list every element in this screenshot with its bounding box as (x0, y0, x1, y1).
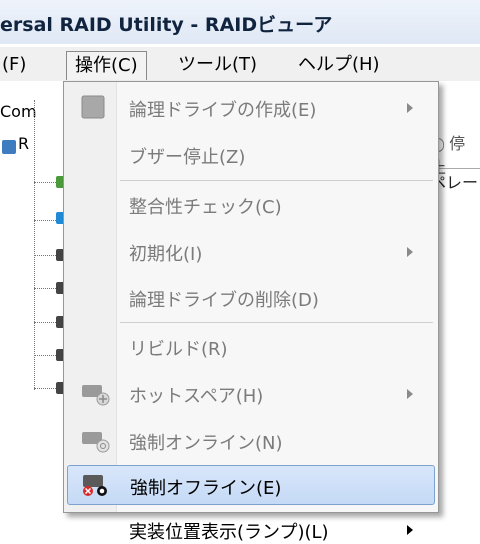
submenu-arrow-icon (407, 103, 413, 113)
menu-item-hot-spare[interactable]: ホットスペア(H) (67, 374, 435, 412)
operation-dropdown-menu: 論理ドライブの作成(E) ブザー停止(Z) 整合性チェック(C) 初期化(I) … (63, 81, 439, 543)
menu-item-rebuild[interactable]: リビルド(R) (67, 327, 435, 365)
menu-operation[interactable]: 操作(C) (66, 51, 147, 80)
menu-tools[interactable]: ツール(T) (178, 51, 257, 79)
submenu-arrow-icon (407, 247, 413, 257)
menu-item-create-logical-drive[interactable]: 論理ドライブの作成(E) (67, 88, 435, 126)
tree-node-label[interactable]: R (18, 134, 29, 153)
menu-separator (120, 180, 433, 181)
tree-branch (34, 255, 56, 257)
tree-branch (34, 322, 56, 324)
window-title-bar: ersal RAID Utility - RAIDビューア (0, 0, 480, 44)
tree-root-label[interactable]: Com (0, 102, 37, 121)
tree-branch (34, 288, 56, 290)
menu-item-force-online[interactable]: 強制オンライン(N) (67, 421, 435, 459)
raid-system-icon (2, 140, 16, 154)
hotspare-drive-icon (82, 385, 110, 406)
submenu-arrow-icon (407, 389, 413, 399)
menu-separator (120, 322, 433, 323)
menu-help[interactable]: ヘルプ(H) (298, 51, 380, 79)
menu-bar: (F) 操作(C) ツール(T) ヘルプ(H) (0, 47, 480, 81)
menu-file[interactable]: (F) (2, 51, 26, 79)
menu-item-consistency-check[interactable]: 整合性チェック(C) (67, 185, 435, 223)
tree-branch (34, 355, 56, 357)
menu-item-force-offline[interactable]: 強制オフライン(E) (67, 465, 435, 505)
submenu-arrow-icon (407, 525, 413, 535)
force-offline-drive-icon (83, 475, 107, 496)
menu-item-show-location-lamp[interactable]: 実装位置表示(ランプ)(L) (67, 512, 435, 543)
window-title: ersal RAID Utility - RAIDビューア (0, 14, 333, 36)
force-online-drive-icon (82, 432, 110, 453)
tree-branch (34, 220, 56, 222)
tree-branch (34, 388, 56, 390)
menu-item-delete-logical-drive[interactable]: 論理ドライブの削除(D) (67, 278, 435, 316)
tree-connector (34, 100, 36, 390)
menu-item-stop-buzzer[interactable]: ブザー停止(Z) (67, 135, 435, 173)
disk-gray-icon (81, 95, 105, 119)
tree-branch (34, 182, 56, 184)
menu-item-initialize[interactable]: 初期化(I) (67, 232, 435, 270)
